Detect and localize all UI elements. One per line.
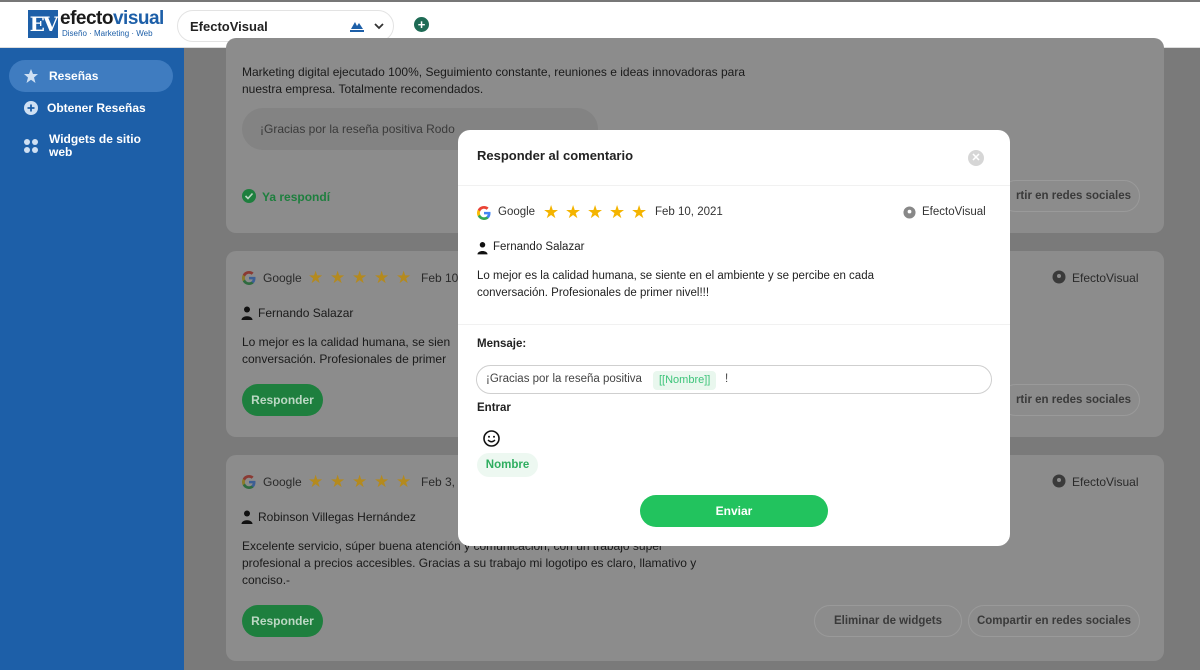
sidebar-item-label: Widgets de sitio web [49, 132, 141, 159]
reply-preview-text: ¡Gracias por la reseña positiva Rodo [260, 122, 455, 136]
review-text-line: conciso.- [242, 573, 291, 587]
add-account-icon[interactable]: + [414, 17, 429, 32]
review-text: Marketing digital ejecutado 100%, Seguim… [242, 65, 745, 96]
send-button[interactable]: Enviar [640, 495, 828, 527]
star-icon: ★ [330, 472, 346, 491]
message-input[interactable]: ¡Gracias por la reseña positiva [[Nombre… [476, 365, 992, 394]
location-pin-icon [1052, 474, 1066, 488]
sidebar-item-label: Obtener Reseñas [47, 101, 146, 115]
location-pin-icon [1052, 270, 1066, 284]
star-icon: ★ [396, 472, 412, 491]
logo-mark: EV [28, 10, 58, 38]
review-date: Feb 3, [421, 475, 456, 489]
review-location: EfectoVisual [1072, 475, 1139, 489]
business-icon [350, 22, 364, 32]
modal-title: Responder al comentario [477, 148, 634, 163]
insert-label: Entrar [477, 402, 511, 414]
star-icon: ★ [609, 202, 626, 222]
name-insert-chip[interactable]: Nombre [477, 453, 538, 477]
grid-icon [24, 139, 38, 153]
review-source: Google [498, 206, 536, 218]
sidebar-item-resenas[interactable]: Reseñas [9, 60, 173, 92]
star-icon: ★ [396, 268, 412, 287]
review-location: EfectoVisual [1072, 271, 1139, 285]
google-icon [242, 271, 256, 285]
message-suffix: ! [725, 373, 729, 385]
emoji-icon[interactable] [483, 430, 500, 447]
message-label: Mensaje: [477, 338, 527, 350]
name-variable-tag: [[Nombre]] [653, 371, 717, 390]
sidebar-item-label: Reseñas [49, 69, 99, 83]
review-text-line: Lo mejor es la calidad humana, se sien [242, 335, 451, 349]
user-icon [241, 306, 253, 320]
star-icon: ★ [631, 202, 648, 222]
close-icon[interactable]: ✕ [968, 150, 984, 166]
star-icon: ★ [308, 268, 324, 287]
divider [458, 324, 1010, 325]
review-source: Google [263, 475, 302, 489]
account-name: EfectoVisual [190, 19, 268, 34]
sidebar-item-widgets[interactable]: Widgets de sitio web [9, 128, 173, 168]
remove-widgets-button[interactable]: Eliminar de widgets [814, 605, 962, 637]
reply-modal: Responder al comentario ✕ Google ★ ★ ★ ★… [458, 130, 1010, 546]
review-date: Feb 10, [421, 271, 462, 285]
review-text-line: conversación. Profesionales de primer [242, 352, 447, 366]
check-circle-icon [242, 189, 256, 203]
user-icon [241, 510, 253, 524]
message-text: ¡Gracias por la reseña positiva [486, 373, 642, 385]
replied-status: Ya respondí [262, 190, 331, 204]
sidebar-item-obtener-resenas[interactable]: Obtener Reseñas [9, 92, 173, 124]
review-author: Robinson Villegas Hernández [258, 510, 416, 524]
star-icon: ★ [374, 268, 390, 287]
google-icon [477, 206, 491, 220]
plus-circle-icon [24, 101, 38, 115]
review-text-line: Lo mejor es la calidad humana, se siente… [477, 270, 874, 282]
review-author: Fernando Salazar [258, 306, 354, 320]
sidebar: Reseñas Obtener Reseñas Widgets de sitio… [0, 48, 184, 670]
location-pin-icon [903, 206, 916, 219]
review-text-line: conversación. Profesionales de primer ni… [477, 287, 710, 299]
review-location: EfectoVisual [922, 206, 986, 218]
user-icon [477, 242, 488, 255]
star-icon: ★ [352, 472, 368, 491]
star-icon: ★ [543, 202, 560, 222]
efectovisual-logo[interactable]: EV efectovisual Diseño · Marketing · Web [28, 8, 164, 40]
review-author: Fernando Salazar [493, 241, 585, 253]
star-icon: ★ [565, 202, 582, 222]
review-date: Feb 10, 2021 [655, 206, 723, 218]
review-source: Google [263, 271, 302, 285]
divider [458, 185, 1010, 186]
review-text-line: profesional a precios accesibles. Gracia… [242, 556, 697, 570]
logo-wordmark: efectovisual [60, 8, 164, 29]
share-social-button[interactable]: rtir en redes sociales [1000, 384, 1140, 416]
star-icon: ★ [374, 472, 390, 491]
logo-tagline: Diseño · Marketing · Web [62, 29, 153, 38]
star-icon: ★ [587, 202, 604, 222]
star-icon: ★ [330, 268, 346, 287]
star-icon [24, 69, 38, 83]
share-social-button[interactable]: rtir en redes sociales [1000, 180, 1140, 212]
chevron-down-icon[interactable] [373, 20, 385, 32]
reply-button[interactable]: Responder [242, 384, 323, 416]
star-icon: ★ [352, 268, 368, 287]
google-icon [242, 475, 256, 489]
star-icon: ★ [308, 472, 324, 491]
reply-button[interactable]: Responder [242, 605, 323, 637]
share-social-button[interactable]: Compartir en redes sociales [968, 605, 1140, 637]
